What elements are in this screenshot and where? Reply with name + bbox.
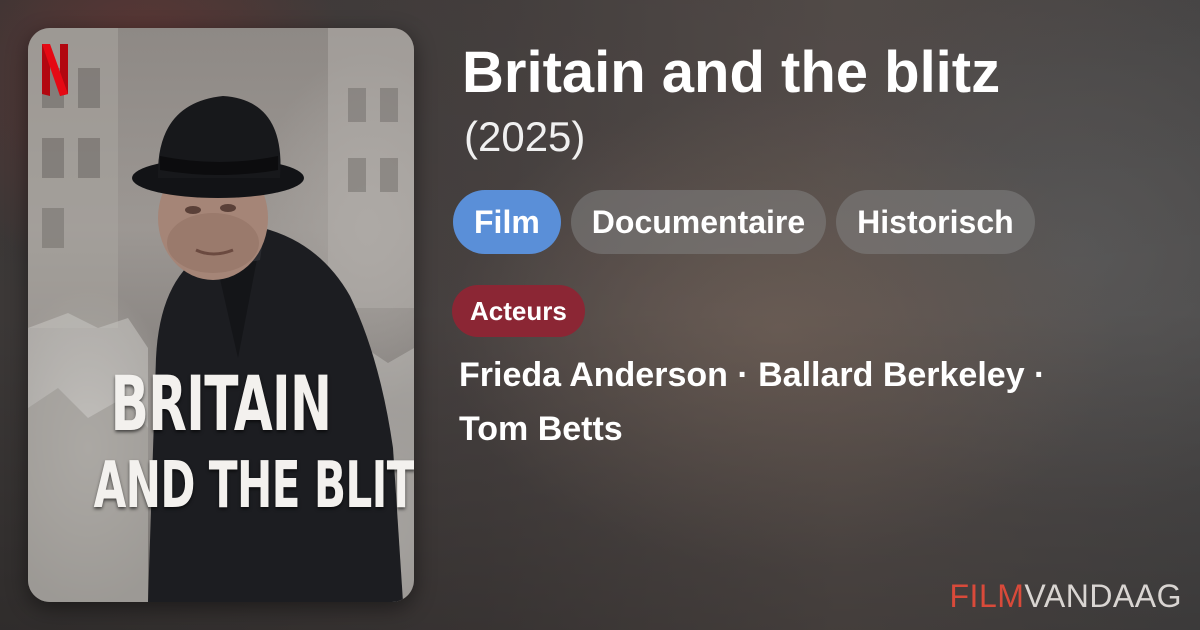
tag-historisch[interactable]: Historisch — [836, 190, 1035, 254]
brand-part-vandaag: VANDAAG — [1024, 578, 1182, 614]
share-card: BRITAIN AND THE BLITZ Britain and the bl… — [0, 0, 1200, 630]
poster[interactable]: BRITAIN AND THE BLITZ — [28, 28, 414, 602]
filmvandaag-logo[interactable]: FILMVANDAAG — [950, 578, 1183, 614]
genre-tags: Film Documentaire Historisch — [453, 190, 1035, 254]
cast-list: Frieda Anderson · Ballard Berkeley · Tom… — [459, 348, 1159, 456]
netflix-logo-icon — [42, 44, 68, 96]
tag-documentaire[interactable]: Documentaire — [570, 190, 827, 254]
cast-line-2: Tom Betts — [459, 410, 623, 448]
poster-title-line1: BRITAIN — [110, 359, 332, 448]
cast-label: Acteurs — [452, 285, 585, 337]
brand-part-film: FILM — [949, 578, 1025, 614]
poster-title-line2: AND THE BLITZ — [93, 449, 414, 523]
release-year: (2025) — [464, 113, 586, 160]
tag-film[interactable]: Film — [453, 190, 561, 254]
page-title: Britain and the blitz — [462, 40, 1001, 105]
cast-line-1: Frieda Anderson · Ballard Berkeley · — [459, 356, 1046, 394]
